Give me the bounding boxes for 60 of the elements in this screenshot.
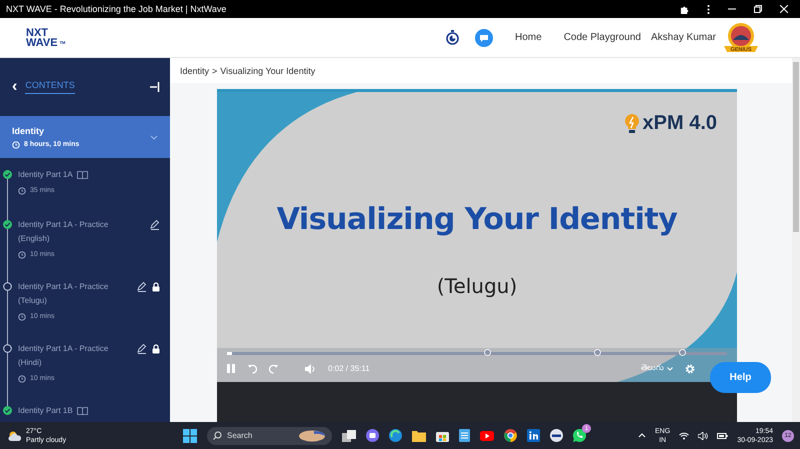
browser-icon[interactable] xyxy=(504,429,517,442)
browser-icon[interactable] xyxy=(389,429,402,442)
more-icon[interactable] xyxy=(707,4,710,14)
caret-icon xyxy=(667,366,673,370)
chat-app-icon[interactable] xyxy=(366,429,379,442)
puzzle-icon[interactable] xyxy=(680,4,689,14)
start-icon[interactable] xyxy=(183,428,197,442)
search-icon xyxy=(213,431,222,440)
folder-icon[interactable] xyxy=(412,430,426,442)
clock-icon xyxy=(18,375,26,383)
lesson-title[interactable]: Identity Part 1A - Practice (Telugu) xyxy=(18,280,130,308)
restore-icon[interactable] xyxy=(754,5,762,13)
book-icon xyxy=(76,407,88,415)
slide-title: Visualizing Your Identity xyxy=(276,202,678,237)
chevron-icon xyxy=(150,134,158,140)
messenger-icon[interactable] xyxy=(573,429,586,442)
bulb-icon xyxy=(624,114,639,134)
task-view-icon[interactable] xyxy=(342,430,356,442)
lesson-title[interactable]: Identity Part 1A - Practice (English) xyxy=(18,218,130,246)
nav-link[interactable]: Home xyxy=(515,32,542,43)
scrollbar-thumb[interactable] xyxy=(793,62,799,232)
weather-icon xyxy=(8,430,22,442)
breadcrumb-link[interactable]: Visualizing Your Identity xyxy=(220,66,316,76)
time-display: 0:02 / 35:11 xyxy=(328,364,370,373)
back-button[interactable]: ‹ xyxy=(12,78,18,96)
contents-tab[interactable]: CONTENTS xyxy=(25,80,75,94)
app-icon[interactable] xyxy=(550,429,563,442)
slide-subtitle: (Telugu) xyxy=(436,274,518,298)
clock-icon xyxy=(12,140,20,148)
stopwatch-icon[interactable] xyxy=(446,30,459,45)
settings-icon[interactable] xyxy=(685,364,695,374)
chevron-up-icon[interactable] xyxy=(638,433,646,438)
lesson-title[interactable]: Identity Part 1B xyxy=(18,404,73,418)
clock-icon xyxy=(18,187,26,195)
pencil-icon[interactable] xyxy=(137,282,147,292)
speaker-icon[interactable] xyxy=(698,432,708,440)
wifi-icon[interactable] xyxy=(679,432,690,440)
collapse-icon[interactable] xyxy=(150,82,160,92)
store-icon[interactable] xyxy=(436,429,449,442)
chat-icon[interactable] xyxy=(475,28,493,46)
breadcrumb-link[interactable]: Identity xyxy=(180,66,210,76)
clock-icon xyxy=(18,313,26,321)
lesson-title[interactable]: Identity Part 1A - Practice (Hindi) xyxy=(18,342,130,370)
help-button[interactable]: Help xyxy=(710,362,771,393)
book-icon xyxy=(76,171,88,179)
user-name[interactable]: Akshay Kumar xyxy=(650,32,716,43)
battery-icon[interactable] xyxy=(717,432,728,440)
notepad-icon[interactable] xyxy=(459,429,470,442)
network-app-icon[interactable] xyxy=(527,429,540,442)
close-icon[interactable] xyxy=(780,5,788,13)
video-app-icon[interactable] xyxy=(480,430,494,440)
nav-link[interactable]: Code Playground xyxy=(564,32,641,43)
lesson-title[interactable]: Identity Part 1A xyxy=(18,168,73,182)
pencil-icon[interactable] xyxy=(150,220,160,230)
clock-icon xyxy=(18,251,26,259)
window-title: NXT WAVE - Revolutionizing the Job Market | NxtWave xyxy=(6,4,228,14)
pencil-icon[interactable] xyxy=(137,344,147,354)
brand-name: xPM 4.0 xyxy=(642,112,717,135)
breadcrumb-separator: > xyxy=(212,66,218,76)
search-field[interactable]: Search xyxy=(207,426,332,444)
